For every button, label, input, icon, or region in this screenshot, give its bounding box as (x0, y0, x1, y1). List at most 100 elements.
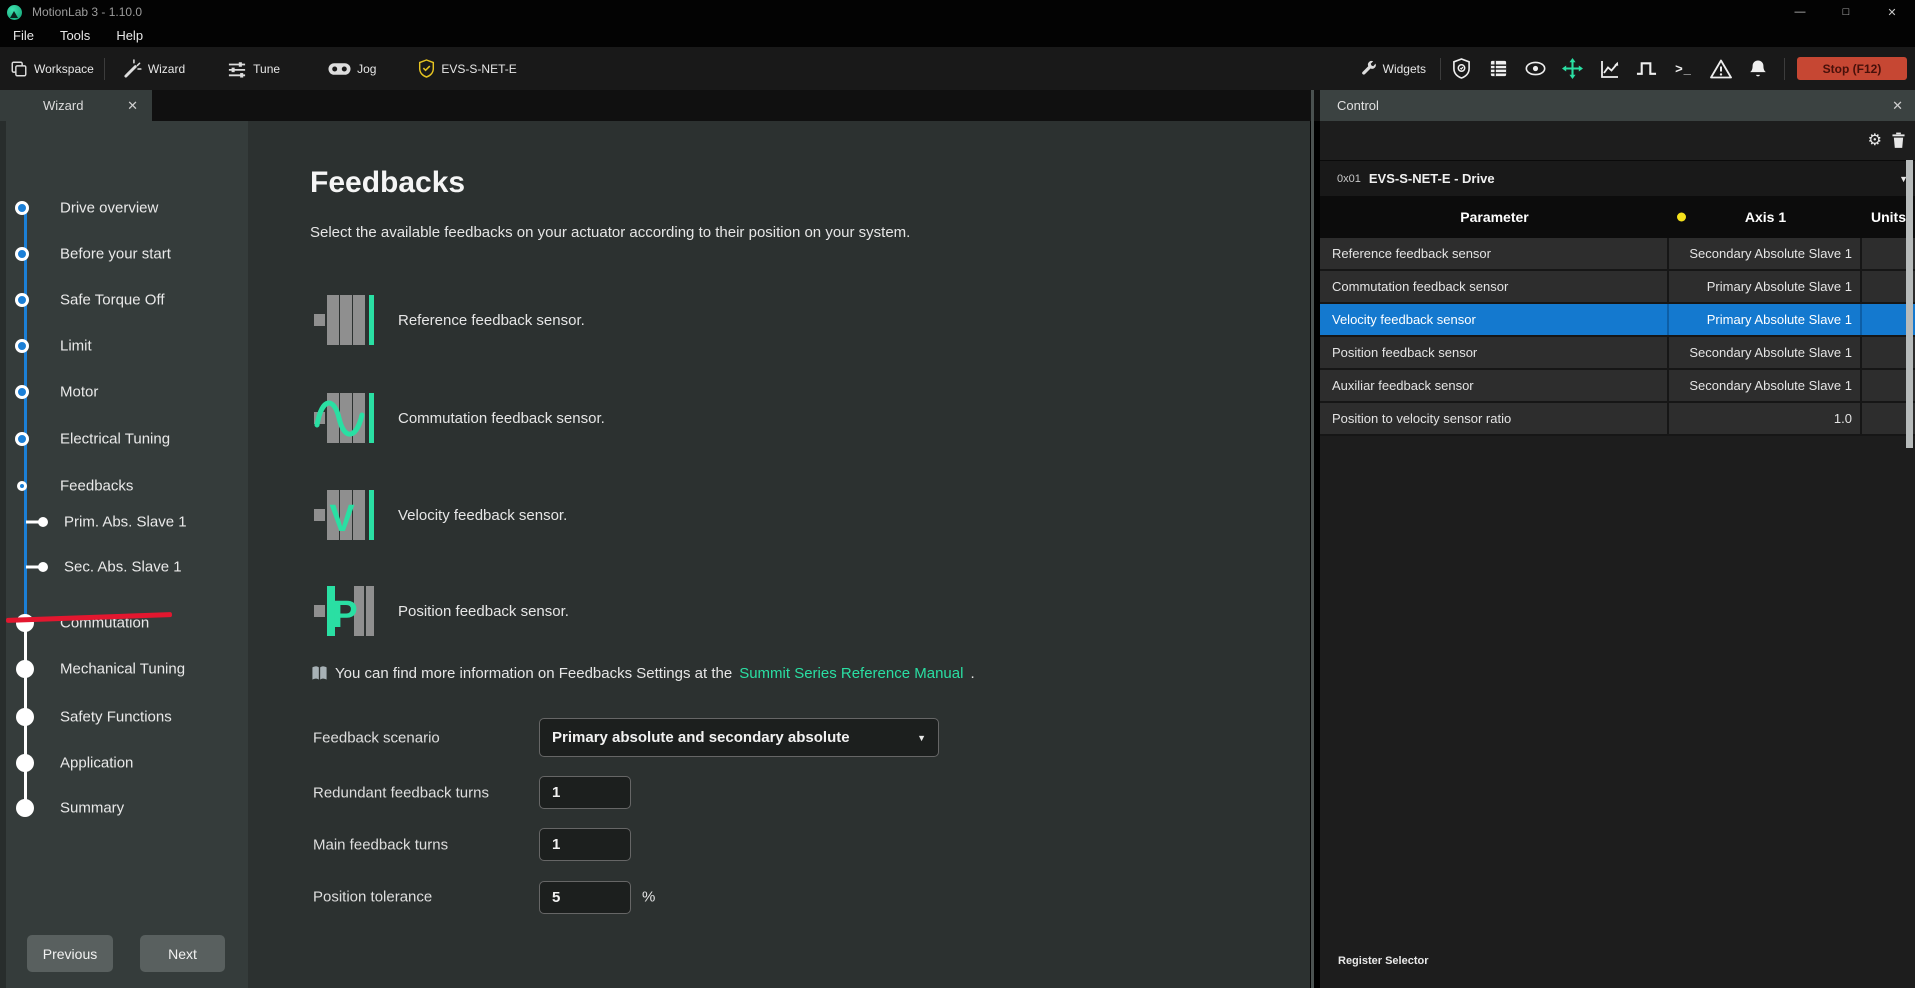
registers-table-icon[interactable] (1482, 54, 1515, 84)
stop-button[interactable]: Stop (F12) (1797, 57, 1907, 80)
sensor-label: Position feedback sensor. (398, 603, 569, 620)
sidebar-item-summary[interactable]: Summary (0, 796, 248, 820)
chevron-down-icon: ▼ (917, 733, 926, 743)
device-status-button[interactable]: EVS-S-NET-E (408, 47, 526, 90)
sidebar-item-electrical-tuning[interactable]: Electrical Tuning (0, 427, 248, 451)
book-icon (311, 665, 328, 682)
terminal-icon[interactable]: >_ (1667, 54, 1700, 84)
step-dot-icon (16, 799, 34, 817)
gear-icon[interactable]: ⚙ (1868, 130, 1882, 150)
step-dot-icon (16, 708, 34, 726)
row-value[interactable]: Secondary Absolute Slave 1 (1669, 337, 1862, 368)
trash-icon[interactable] (1892, 132, 1905, 148)
toolbar-right: Widgets >_ Stop (F12) (1350, 47, 1907, 90)
tab-wizard-label: Wizard (43, 98, 83, 113)
row-parameter: Reference feedback sensor (1320, 238, 1669, 269)
jog-label: Jog (357, 62, 376, 76)
warning-icon[interactable] (1704, 54, 1737, 84)
svg-text:P: P (332, 594, 357, 636)
step-dot-icon (15, 385, 29, 399)
table-row-commutation-feedback[interactable]: Commutation feedback sensor Primary Abso… (1320, 271, 1915, 304)
sensor-label: Velocity feedback sensor. (398, 507, 567, 524)
close-button[interactable]: ✕ (1869, 0, 1915, 24)
sidebar-item-application[interactable]: Application (0, 751, 248, 775)
row-value[interactable]: Secondary Absolute Slave 1 (1669, 238, 1862, 269)
position-feedback-item: P Position feedback sensor. (314, 586, 569, 636)
widgets-button[interactable]: Widgets (1350, 47, 1436, 90)
sidebar-item-limit[interactable]: Limit (0, 334, 248, 358)
workspace-button[interactable]: Workspace (0, 47, 104, 90)
gamepad-icon (328, 61, 351, 77)
reference-manual-link[interactable]: Summit Series Reference Manual (739, 665, 963, 682)
feedback-scenario-select[interactable]: Primary absolute and secondary absolute … (539, 718, 939, 757)
velocity-feedback-item: V Velocity feedback sensor. (314, 490, 567, 540)
tab-close-icon[interactable]: ✕ (127, 98, 138, 114)
column-parameter: Parameter (1320, 209, 1669, 225)
sidebar-item-drive-overview[interactable]: Drive overview (0, 196, 248, 220)
table-row-velocity-feedback[interactable]: Velocity feedback sensor Primary Absolut… (1320, 304, 1915, 337)
watcher-eye-icon[interactable] (1519, 54, 1552, 84)
table-row-position-velocity-ratio[interactable]: Position to velocity sensor ratio 1.0 (1320, 403, 1915, 436)
table-row-reference-feedback[interactable]: Reference feedback sensor Secondary Abso… (1320, 238, 1915, 271)
redundant-feedback-turns-label: Redundant feedback turns (313, 785, 489, 802)
tab-wizard[interactable]: Wizard ✕ (0, 90, 152, 121)
sidebar-item-motor[interactable]: Motor (0, 380, 248, 404)
wizard-sidebar: Drive overview Before your start Safe To… (0, 121, 248, 988)
widgets-label: Widgets (1383, 62, 1426, 76)
sidebar-item-before-your-start[interactable]: Before your start (0, 242, 248, 266)
drive-id: 0x01 (1337, 173, 1361, 185)
scope-chart-icon[interactable] (1593, 54, 1626, 84)
main-feedback-turns-input[interactable] (539, 828, 631, 861)
redundant-feedback-turns-input[interactable] (539, 776, 631, 809)
notifications-bell-icon[interactable] (1741, 54, 1774, 84)
menu-bar: File Tools Help (0, 24, 1915, 47)
sidebar-item-feedbacks[interactable]: Feedbacks (0, 474, 248, 498)
row-value[interactable]: Secondary Absolute Slave 1 (1669, 370, 1862, 401)
table-row-position-feedback[interactable]: Position feedback sensor Secondary Absol… (1320, 337, 1915, 370)
square-wave-icon[interactable] (1630, 54, 1663, 84)
sensor-label: Reference feedback sensor. (398, 312, 585, 329)
axis1-label: Axis 1 (1745, 209, 1786, 225)
tolerance-unit-label: % (642, 889, 655, 906)
register-selector-label: Register Selector (1338, 955, 1428, 967)
table-row-auxiliar-feedback[interactable]: Auxiliar feedback sensor Secondary Absol… (1320, 370, 1915, 403)
row-value[interactable]: Primary Absolute Slave 1 (1669, 304, 1862, 335)
main-content: Feedbacks Select the available feedbacks… (248, 121, 1310, 988)
step-dot-icon (38, 562, 48, 572)
sidebar-item-prim-abs-slave-1[interactable]: Prim. Abs. Slave 1 (0, 510, 248, 534)
window-controls: — □ ✕ (1777, 0, 1915, 24)
tune-button[interactable]: Tune (217, 47, 290, 90)
drive-selector[interactable]: 0x01 EVS-S-NET-E - Drive ▼ (1320, 160, 1915, 196)
row-value[interactable]: 1.0 (1669, 403, 1862, 434)
control-scrollbar[interactable] (1906, 160, 1913, 448)
modified-indicator-icon (1677, 213, 1686, 222)
menu-tools[interactable]: Tools (47, 28, 103, 43)
sidebar-item-safety-functions[interactable]: Safety Functions (0, 705, 248, 729)
control-close-icon[interactable]: ✕ (1892, 98, 1903, 114)
monitoring-shield-icon[interactable] (1445, 54, 1478, 84)
sidebar-item-sec-abs-slave-1[interactable]: Sec. Abs. Slave 1 (0, 555, 248, 579)
app-logo-icon (7, 5, 22, 20)
panel-splitter[interactable] (1311, 90, 1314, 988)
page-subtitle: Select the available feedbacks on your a… (310, 224, 910, 241)
minimize-button[interactable]: — (1777, 0, 1823, 24)
row-parameter: Commutation feedback sensor (1320, 271, 1669, 302)
menu-help[interactable]: Help (103, 28, 156, 43)
control-toolbar: ⚙ (1320, 121, 1915, 160)
control-panel: Control ✕ ⚙ 0x01 EVS-S-NET-E - Drive ▼ P… (1320, 90, 1915, 988)
row-value[interactable]: Primary Absolute Slave 1 (1669, 271, 1862, 302)
next-button[interactable]: Next (140, 935, 225, 972)
control-panel-title: Control (1337, 98, 1379, 113)
motion-move-icon[interactable] (1556, 54, 1589, 84)
wizard-button[interactable]: Wizard (113, 47, 195, 90)
wizard-label: Wizard (148, 62, 185, 76)
menu-file[interactable]: File (0, 28, 47, 43)
sidebar-item-safe-torque-off[interactable]: Safe Torque Off (0, 288, 248, 312)
position-tolerance-input[interactable] (539, 881, 631, 914)
sidebar-item-mechanical-tuning[interactable]: Mechanical Tuning (0, 657, 248, 681)
maximize-button[interactable]: □ (1823, 0, 1869, 24)
row-parameter: Position to velocity sensor ratio (1320, 403, 1669, 434)
page-title: Feedbacks (310, 166, 465, 200)
jog-button[interactable]: Jog (318, 47, 386, 90)
previous-button[interactable]: Previous (27, 935, 113, 972)
